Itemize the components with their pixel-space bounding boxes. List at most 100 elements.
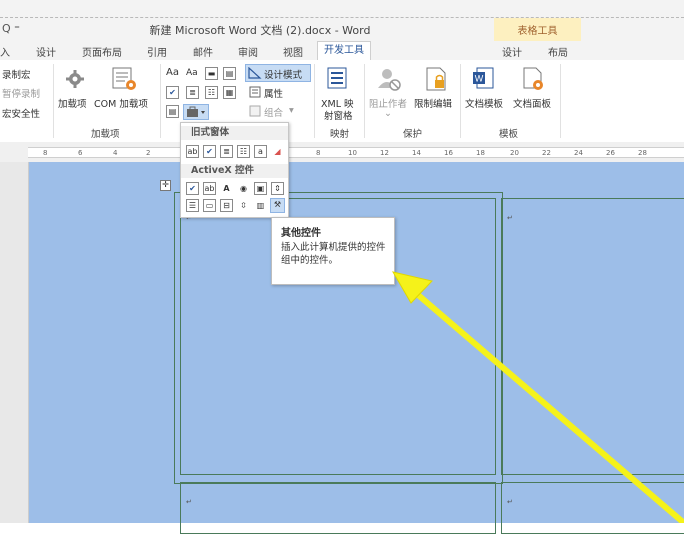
tooltip-title: 其他控件 <box>281 228 321 239</box>
design-mode-button[interactable]: 设计模式 <box>245 64 311 82</box>
legacy-forms-header: 旧式窗体 <box>181 126 288 140</box>
combo-box-form-icon[interactable]: ≣ <box>220 145 233 158</box>
table-cell-top-right[interactable] <box>501 198 684 475</box>
ruler-tick: 28 <box>638 149 647 157</box>
title-bar: Q ⁼ 新建 Microsoft Word 文档 (2).docx - Word… <box>0 0 684 60</box>
window-title: 新建 Microsoft Word 文档 (2).docx - Word <box>149 24 371 37</box>
tab-table-design[interactable]: 设计 <box>502 44 522 59</box>
dropdown-list-control-icon[interactable]: ☷ <box>205 86 218 99</box>
table-move-handle-icon[interactable]: ✛ <box>160 180 171 191</box>
addins-button[interactable]: 加载项 <box>58 96 87 110</box>
group-separator <box>460 64 461 138</box>
reset-form-fields-icon[interactable]: ◢ <box>271 145 284 158</box>
tab-review[interactable]: 审阅 <box>238 44 258 59</box>
restrict-editing-button[interactable]: 限制编辑 <box>414 96 452 110</box>
group-separator <box>53 64 54 138</box>
activex-image-icon[interactable]: ▣ <box>254 182 267 195</box>
word-document-template-icon: W <box>473 67 494 89</box>
checkbox-form-icon[interactable]: ✔ <box>203 145 216 158</box>
toolbox-icon <box>187 106 205 117</box>
templates-group-label: 模板 <box>499 129 519 140</box>
ruler-tick: 14 <box>412 149 421 157</box>
ruler-tick: 26 <box>606 149 615 157</box>
more-controls-icon[interactable]: ⚒ <box>270 198 285 213</box>
tab-page-layout[interactable]: 页面布局 <box>82 44 122 59</box>
paragraph-mark: ↵ <box>186 498 192 506</box>
ruler-tick: 8 <box>43 149 48 157</box>
ruler-tick: 8 <box>316 149 321 157</box>
properties-button[interactable]: 属性 <box>264 86 283 100</box>
xml-mapping-pane-label: 射窗格 <box>324 111 353 122</box>
activex-scrollbar-icon[interactable]: ▥ <box>254 199 267 212</box>
group-button[interactable]: 组合 <box>264 105 283 119</box>
frame-form-icon[interactable]: ☷ <box>237 145 250 158</box>
activex-combobox-icon[interactable]: ⊟ <box>220 199 233 212</box>
group-dropdown-arrow[interactable]: ▾ <box>289 105 294 116</box>
ruler-track: 8 6 4 2 8 10 12 14 16 18 20 22 24 26 28 <box>28 147 684 158</box>
rich-text-content-control[interactable]: Aa <box>166 67 179 78</box>
title-divider <box>0 17 684 18</box>
document-template-button[interactable]: 文档模板 <box>465 96 503 110</box>
activex-toggle-button-icon[interactable]: ⇳ <box>237 199 250 212</box>
group-separator <box>314 64 315 138</box>
building-block-control-icon[interactable]: ▤ <box>223 67 236 80</box>
restrict-editing-icon <box>426 67 446 91</box>
form-field-shading-icon[interactable]: a <box>254 145 267 158</box>
tab-table-layout[interactable]: 布局 <box>548 44 568 59</box>
table-tools-label: 表格工具 <box>517 26 558 37</box>
activex-command-button-icon[interactable]: ▭ <box>203 199 216 212</box>
pause-recording-button[interactable]: 暂停录制 <box>2 86 40 100</box>
gear-icon <box>66 70 84 88</box>
com-addins-button[interactable]: COM 加载项 <box>94 96 148 110</box>
tab-design[interactable]: 设计 <box>36 44 56 59</box>
table-cell-bottom-left[interactable] <box>180 482 496 534</box>
ruler-triangle-icon <box>248 67 262 79</box>
tab-insert[interactable]: 入 <box>0 44 10 59</box>
activex-listbox-icon[interactable]: ☰ <box>186 199 199 212</box>
ruler-tick: 16 <box>444 149 453 157</box>
date-picker-control-icon[interactable]: ▦ <box>223 86 236 99</box>
properties-icon <box>249 86 261 98</box>
ruler-tick: 4 <box>113 149 118 157</box>
plain-text-content-control[interactable]: Aa <box>186 68 198 78</box>
tab-view[interactable]: 视图 <box>283 44 303 59</box>
tab-developer[interactable]: 开发工具 <box>317 41 371 61</box>
ruler-tick: 22 <box>542 149 551 157</box>
document-panel-button[interactable]: 文档面板 <box>513 96 551 110</box>
mapping-group-label: 映射 <box>330 129 350 140</box>
checkbox-control-icon[interactable]: ✔ <box>166 86 179 99</box>
table-cell-bottom-right[interactable] <box>501 482 684 534</box>
tab-mailings[interactable]: 邮件 <box>193 44 213 59</box>
text-field-form-icon[interactable]: ab <box>186 145 199 158</box>
group-separator <box>364 64 365 138</box>
block-authors-icon <box>378 69 401 91</box>
group-icon <box>249 105 261 117</box>
block-authors-dropdown-arrow[interactable]: ⌄ <box>384 108 392 119</box>
activex-checkbox-icon[interactable]: ✔ <box>186 182 199 195</box>
activex-controls-header: ActiveX 控件 <box>181 164 288 178</box>
legacy-tools-dropdown: 旧式窗体 ab ✔ ≣ ☷ a ◢ ActiveX 控件 ✔ ab A ◉ ▣ … <box>180 122 289 218</box>
svg-text:W: W <box>475 74 484 84</box>
macro-security-button[interactable]: 宏安全性 <box>2 106 40 120</box>
ruler-tick: 2 <box>146 149 151 157</box>
horizontal-ruler[interactable]: 8 6 4 2 8 10 12 14 16 18 20 22 24 26 28 <box>0 142 684 163</box>
document-panel-icon <box>523 67 543 90</box>
activex-label-icon[interactable]: A <box>220 182 233 195</box>
record-macro-button[interactable]: 录制宏 <box>2 67 31 81</box>
com-addins-icon <box>112 67 136 90</box>
tooltip-description: 插入此计算机提供的控件组中的控件。 <box>281 242 386 266</box>
repeating-section-control-icon[interactable]: ▤ <box>166 105 179 118</box>
picture-content-control-icon[interactable]: ▬ <box>205 67 218 80</box>
combo-box-control-icon[interactable]: ≣ <box>186 86 199 99</box>
activex-textbox-icon[interactable]: ab <box>203 182 216 195</box>
protect-group-label: 保护 <box>403 129 423 140</box>
group-separator <box>160 64 161 138</box>
ruler-tick: 24 <box>574 149 583 157</box>
paragraph-mark: ↵ <box>507 498 513 506</box>
activex-option-button-icon[interactable]: ◉ <box>237 182 250 195</box>
tab-references[interactable]: 引用 <box>147 44 167 59</box>
xml-mapping-icon <box>327 67 347 89</box>
group-separator <box>560 64 561 138</box>
activex-spin-button-icon[interactable]: ⇕ <box>271 182 284 195</box>
legacy-tools-button[interactable] <box>183 104 209 120</box>
